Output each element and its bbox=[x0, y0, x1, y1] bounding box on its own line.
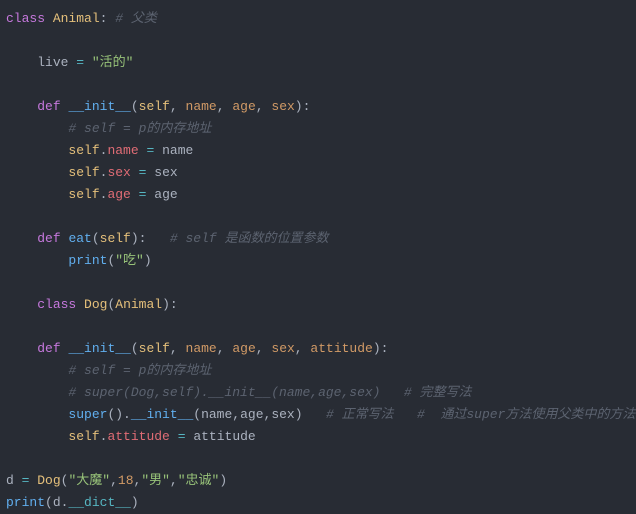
builtin-print: print bbox=[68, 253, 107, 268]
code-line: def __init__(self, name, age, sex): bbox=[6, 99, 310, 114]
code-line: d = Dog("大魔",18,"男","忠诚") bbox=[6, 473, 227, 488]
code-line: self.sex = sex bbox=[6, 165, 178, 180]
code-block: class Animal: # 父类 live = "活的" def __ini… bbox=[6, 8, 628, 514]
string: "大魔" bbox=[68, 473, 110, 488]
keyword-def: def bbox=[37, 99, 60, 114]
code-line: super().__init__(name,age,sex) # 正常写法 # … bbox=[6, 407, 635, 422]
classname: Animal bbox=[53, 11, 100, 26]
string: "男" bbox=[141, 473, 170, 488]
number: 18 bbox=[118, 473, 134, 488]
function-name: __init__ bbox=[68, 341, 130, 356]
string: "活的" bbox=[92, 55, 134, 70]
code-line: class Animal: # 父类 bbox=[6, 11, 157, 26]
keyword-def: def bbox=[37, 341, 60, 356]
comment: # super(Dog,self).__init__(name,age,sex)… bbox=[68, 385, 471, 400]
code-line: class Dog(Animal): bbox=[6, 297, 178, 312]
comment: # self = p的内存地址 bbox=[68, 121, 211, 136]
comment: # self = p的内存地址 bbox=[68, 363, 211, 378]
code-line: def eat(self): # self 是函数的位置参数 bbox=[6, 231, 329, 246]
string: "忠诚" bbox=[178, 473, 220, 488]
code-line: self.age = age bbox=[6, 187, 178, 202]
comment: # 父类 bbox=[115, 11, 157, 26]
keyword-class: class bbox=[6, 11, 45, 26]
code-line: # self = p的内存地址 bbox=[6, 363, 211, 378]
code-line: # self = p的内存地址 bbox=[6, 121, 211, 136]
classname: Dog bbox=[84, 297, 107, 312]
comment: # 正常写法 # 通过super方法使用父类中的方法 bbox=[326, 407, 635, 422]
code-line: self.attitude = attitude bbox=[6, 429, 256, 444]
comment: # self 是函数的位置参数 bbox=[170, 231, 329, 246]
keyword-def: def bbox=[37, 231, 60, 246]
code-line: def __init__(self, name, age, sex, attit… bbox=[6, 341, 388, 356]
code-line: self.name = name bbox=[6, 143, 193, 158]
keyword-class: class bbox=[37, 297, 76, 312]
classname: Dog bbox=[37, 473, 60, 488]
code-line: print("吃") bbox=[6, 253, 152, 268]
string: "吃" bbox=[115, 253, 144, 268]
builtin-super: super bbox=[68, 407, 107, 422]
function-name: __init__ bbox=[68, 99, 130, 114]
function-name: eat bbox=[68, 231, 91, 246]
code-line: live = "活的" bbox=[6, 55, 133, 70]
code-line: # super(Dog,self).__init__(name,age,sex)… bbox=[6, 385, 471, 400]
